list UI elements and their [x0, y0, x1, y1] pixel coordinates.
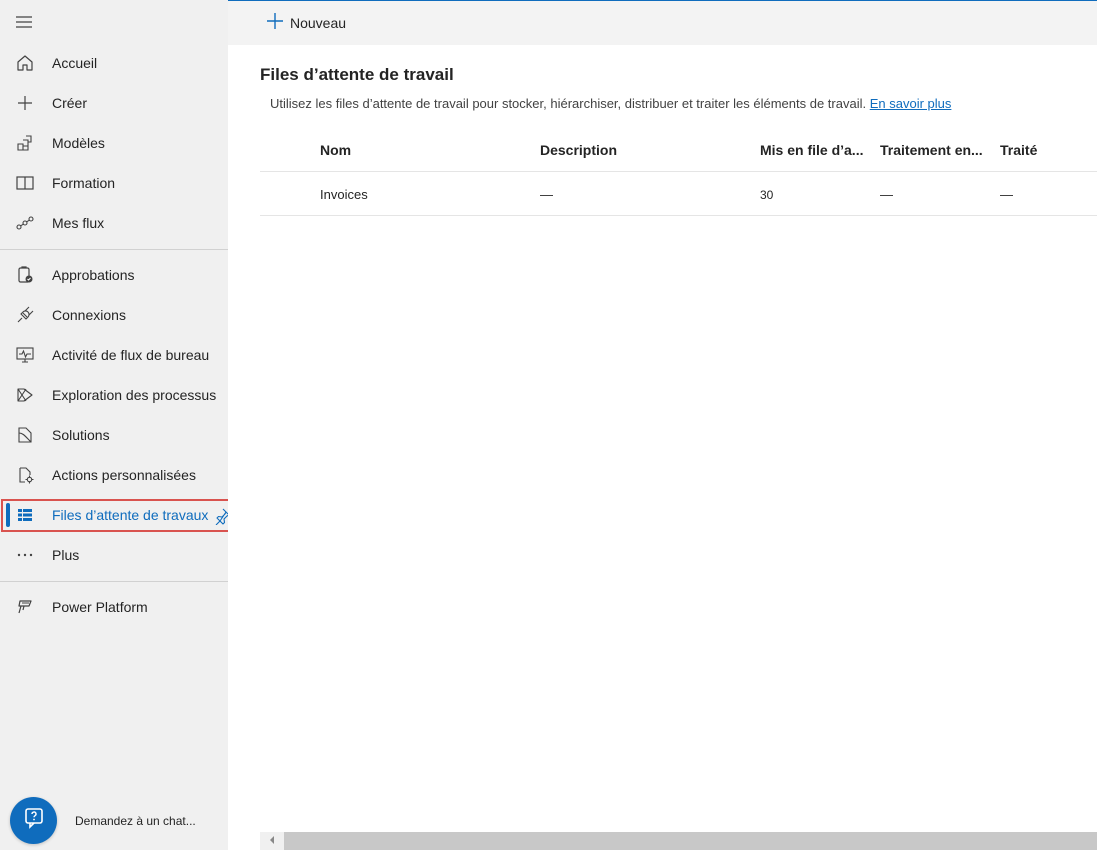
sidebar-item-mes-flux[interactable]: Mes flux — [0, 203, 228, 243]
sidebar-item-label: Modèles — [52, 135, 105, 151]
column-header-name[interactable]: Nom — [320, 142, 351, 158]
sidebar-item-label: Accueil — [52, 55, 98, 71]
sidebar-item-label: Connexions — [52, 307, 126, 323]
monitor-activity-icon — [15, 345, 35, 365]
sidebar-item-label: Exploration des processus — [52, 387, 217, 403]
column-header-description[interactable]: Description — [540, 142, 617, 158]
left-navigation: Accueil Créer Modèles Formation Mes flux… — [0, 0, 231, 850]
sidebar-item-label: Activité de flux de bureau — [52, 347, 210, 363]
caret-left-icon — [268, 832, 276, 850]
highlight-outline — [1, 499, 231, 532]
custom-actions-icon — [15, 465, 35, 485]
new-button[interactable]: Nouveau — [266, 12, 346, 34]
sidebar-item-accueil[interactable]: Accueil — [0, 43, 228, 83]
column-header-processing[interactable]: Traitement en... — [880, 142, 983, 158]
page-title: Files d’attente de travail — [260, 65, 454, 84]
column-header-processed[interactable]: Traité — [1000, 142, 1037, 158]
sidebar-item-power-platform[interactable]: Power Platform — [0, 587, 228, 627]
home-icon — [15, 53, 35, 73]
table-header: Nom Description Mis en file d’a... Trait… — [260, 128, 1097, 172]
process-mining-icon — [15, 385, 35, 405]
cell-processing: — — [880, 187, 893, 202]
more-icon — [15, 545, 35, 565]
sidebar-item-solutions[interactable]: Solutions — [0, 415, 228, 455]
cell-processed: — — [1000, 187, 1013, 202]
approvals-icon — [15, 265, 35, 285]
cell-name[interactable]: Invoices — [320, 187, 368, 202]
sidebar-item-approbations[interactable]: Approbations — [0, 255, 228, 295]
command-bar: Nouveau — [228, 1, 1097, 45]
learn-more-link[interactable]: En savoir plus — [870, 96, 952, 111]
sidebar-divider — [0, 249, 228, 250]
table-row[interactable]: Invoices — 30 — — — [260, 172, 1097, 216]
sidebar-item-actions-personnalisees[interactable]: Actions personnalisées — [0, 455, 228, 495]
sidebar-item-modeles[interactable]: Modèles — [0, 123, 228, 163]
description-text: Utilisez les files d’attente de travail … — [270, 96, 867, 111]
sidebar-item-activite-flux-bureau[interactable]: Activité de flux de bureau — [0, 335, 228, 375]
sidebar-item-label: Plus — [52, 547, 80, 563]
scroll-left-arrow[interactable] — [260, 832, 284, 850]
sidebar-divider — [0, 581, 228, 582]
sidebar-item-label: Créer — [52, 95, 88, 111]
hamburger-icon[interactable] — [14, 12, 34, 32]
plus-icon — [266, 12, 284, 35]
work-queues-table: Nom Description Mis en file d’a... Trait… — [260, 128, 1097, 216]
chatbot-label: Demandez à un chat... — [75, 814, 196, 828]
flow-icon — [15, 213, 35, 233]
plus-icon — [15, 93, 35, 113]
sidebar-item-label: Formation — [52, 175, 116, 191]
sidebar-item-connexions[interactable]: Connexions — [0, 295, 228, 335]
sidebar-item-label: Solutions — [52, 427, 110, 443]
sidebar-item-label: Actions personnalisées — [52, 467, 196, 483]
cell-queued: 30 — [760, 188, 774, 202]
sidebar-item-label: Power Platform — [52, 599, 148, 615]
cell-description: — — [540, 187, 553, 202]
sidebar-item-creer[interactable]: Créer — [0, 83, 228, 123]
sidebar-item-formation[interactable]: Formation — [0, 163, 228, 203]
sidebar-item-plus[interactable]: Plus — [0, 535, 228, 575]
book-icon — [15, 173, 35, 193]
sidebar-item-label: Approbations — [52, 267, 135, 283]
page-description: Utilisez les files d’attente de travail … — [270, 96, 951, 111]
column-header-queued[interactable]: Mis en file d’a... — [760, 142, 863, 158]
chatbot-icon — [23, 807, 45, 834]
templates-icon — [15, 133, 35, 153]
chatbot-button[interactable] — [10, 797, 57, 844]
sidebar-item-label: Mes flux — [52, 215, 105, 231]
plug-icon — [15, 305, 35, 325]
main-content: Nouveau Files d’attente de travail Utili… — [228, 0, 1097, 850]
sidebar-item-exploration-processus[interactable]: Exploration des processus — [0, 375, 228, 415]
power-platform-icon — [15, 597, 35, 617]
solutions-icon — [15, 425, 35, 445]
new-button-label: Nouveau — [290, 15, 347, 31]
horizontal-scrollbar[interactable] — [260, 832, 1097, 850]
